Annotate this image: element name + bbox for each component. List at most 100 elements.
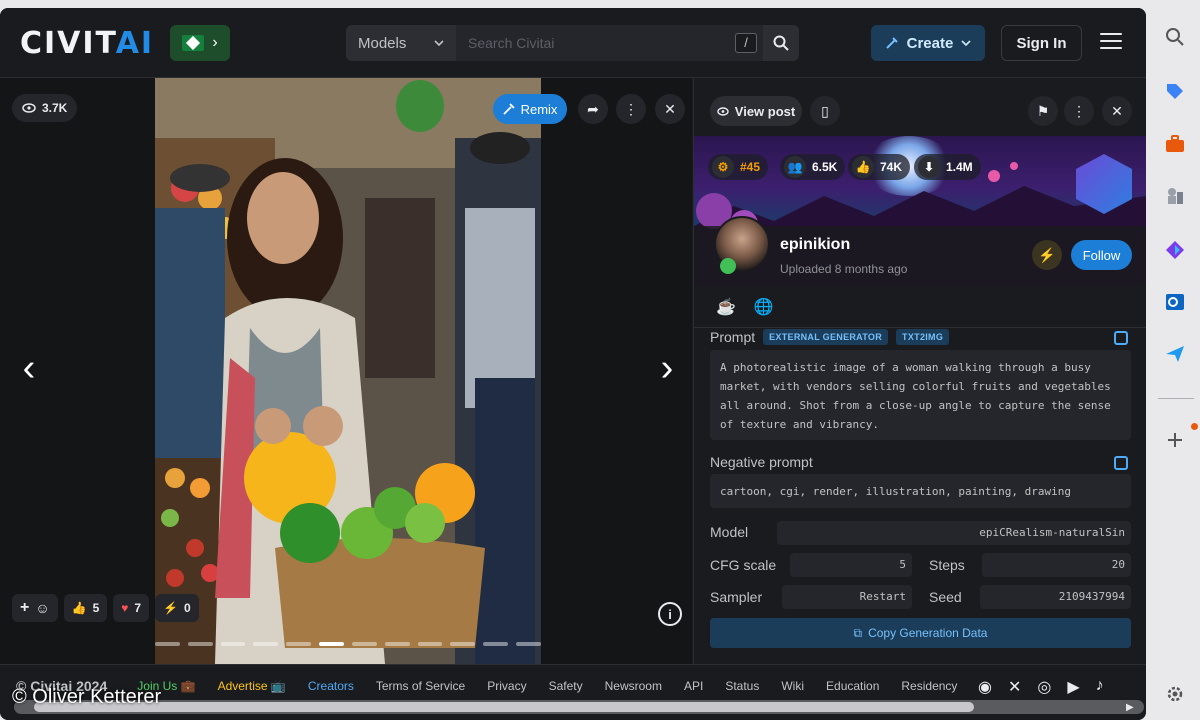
reaction-count: 7 <box>134 601 142 615</box>
copy-prompt-icon[interactable] <box>1114 331 1128 345</box>
slide-dot[interactable] <box>417 642 443 646</box>
tiktok-icon[interactable]: ♪ <box>1096 677 1104 697</box>
reaction-heart[interactable]: ♥ 7 <box>113 594 150 622</box>
slide-dot[interactable] <box>351 642 377 646</box>
copilot-icon[interactable] <box>1163 238 1187 262</box>
browser-sidebar <box>1150 0 1200 720</box>
flag-icon: ⚑ <box>1036 102 1050 119</box>
rank-value: #45 <box>740 160 761 174</box>
footer-link-newsroom[interactable]: Newsroom <box>605 679 662 693</box>
slide-dot[interactable] <box>253 642 279 646</box>
share-button[interactable]: ➦ <box>578 94 608 124</box>
slide-dot[interactable] <box>450 642 476 646</box>
more-options-button[interactable]: ⋮ <box>616 94 646 124</box>
briefcase-icon[interactable] <box>1163 132 1187 156</box>
search-category-select[interactable]: Models <box>346 25 456 61</box>
next-image-button[interactable]: › <box>652 347 682 389</box>
footer-link-education[interactable]: Education <box>826 679 879 693</box>
chevron-left-icon: ‹ <box>22 346 36 389</box>
search-shortcut-key: / <box>735 33 757 53</box>
flag-icon <box>182 35 205 51</box>
close-viewer-button[interactable]: ✕ <box>655 94 685 124</box>
discord-icon[interactable]: ◉ <box>978 677 992 697</box>
heart-icon: ♥ <box>121 601 129 615</box>
slide-dot[interactable] <box>155 642 180 646</box>
outlook-icon[interactable] <box>1163 290 1187 314</box>
slide-dot[interactable] <box>286 642 312 646</box>
footer-link-api[interactable]: API <box>684 679 703 693</box>
sampler-value: Restart <box>782 585 912 609</box>
copy-generation-data-button[interactable]: ⧉ Copy Generation Data <box>710 618 1131 648</box>
bookmark-button[interactable]: ▯ <box>810 96 840 126</box>
footer-link-privacy[interactable]: Privacy <box>487 679 526 693</box>
slide-dot[interactable] <box>187 642 213 646</box>
reaction-thumbs-up[interactable]: 👍 5 <box>63 594 108 622</box>
create-button[interactable]: Create <box>871 25 985 61</box>
panel-toolbar: View post ▯ ⚑ ⋮ ✕ <box>694 78 1146 136</box>
creator-username[interactable]: epinikion <box>780 236 850 254</box>
panel-more-button[interactable]: ⋮ <box>1064 96 1094 126</box>
footer-link-wiki[interactable]: Wiki <box>781 679 804 693</box>
reaction-lightning[interactable]: ⚡ 0 <box>155 594 199 622</box>
creator-rank: ⚙ #45 <box>708 154 769 180</box>
footer-link-terms[interactable]: Terms of Service <box>376 679 465 693</box>
logo-text: CIVIT <box>20 26 116 61</box>
slide-dot[interactable] <box>319 642 344 646</box>
market-woman-photo[interactable] <box>155 78 541 664</box>
tag-icon[interactable] <box>1163 80 1187 104</box>
youtube-icon[interactable]: ▶ <box>1067 677 1079 697</box>
footer-link-safety[interactable]: Safety <box>549 679 583 693</box>
region-flag-button[interactable]: › <box>170 25 230 61</box>
scroll-right-arrow-icon[interactable]: ▶ <box>1126 702 1134 713</box>
mug-icon[interactable]: ☕ <box>716 297 736 317</box>
slide-dot[interactable] <box>384 642 410 646</box>
plus-icon[interactable] <box>1163 428 1187 452</box>
view-post-label: View post <box>734 103 796 119</box>
slide-dot[interactable] <box>483 642 509 646</box>
globe-icon[interactable]: 🌐 <box>754 297 774 317</box>
send-icon[interactable] <box>1163 342 1187 366</box>
x-twitter-icon[interactable]: ✕ <box>1008 677 1021 697</box>
panel-close-button[interactable]: ✕ <box>1102 96 1132 126</box>
slide-dot[interactable] <box>220 642 246 646</box>
close-icon: ✕ <box>664 100 676 117</box>
followers-stat: 👥 6.5K <box>780 154 846 180</box>
footer-link-status[interactable]: Status <box>725 679 759 693</box>
slide-dot[interactable] <box>516 642 541 646</box>
model-value[interactable]: epiCRealism-naturalSin <box>777 521 1131 545</box>
copy-negative-prompt-icon[interactable] <box>1114 456 1128 470</box>
tool-icons-row: ☕ 🌐 <box>694 286 1146 328</box>
horizontal-scrollbar[interactable] <box>14 700 1144 714</box>
chevron-down-icon <box>961 40 971 46</box>
remix-button[interactable]: Remix <box>493 94 567 124</box>
civitai-logo[interactable]: CIVITAI <box>20 26 154 61</box>
sign-in-button[interactable]: Sign In <box>1001 25 1082 61</box>
scrollbar-thumb[interactable] <box>34 702 974 712</box>
footer-link-creators[interactable]: Creators <box>308 679 354 693</box>
search-icon[interactable] <box>1163 25 1187 49</box>
thumbs-up-icon: 👍 <box>852 156 874 178</box>
follow-button[interactable]: Follow <box>1071 240 1132 270</box>
report-button[interactable]: ⚑ <box>1028 96 1058 126</box>
users-icon: 👥 <box>784 156 806 178</box>
info-button[interactable]: i <box>658 602 682 626</box>
footer-link-advertise[interactable]: Advertise 📺 <box>218 679 286 693</box>
chess-pieces-icon[interactable] <box>1163 184 1187 208</box>
likes-stat: 👍 74K <box>848 154 911 180</box>
view-post-button[interactable]: View post <box>710 96 802 126</box>
hamburger-menu-icon[interactable] <box>1100 33 1122 51</box>
footer-link-residency[interactable]: Residency <box>901 679 957 693</box>
notification-dot <box>1191 423 1198 430</box>
prompt-section-header: Prompt EXTERNAL GENERATOR TXT2IMG <box>710 329 950 345</box>
eye-icon <box>717 106 729 116</box>
gear-icon[interactable] <box>1163 682 1187 706</box>
plus-icon: + <box>20 599 30 616</box>
steps-label: Steps <box>929 557 965 573</box>
search-input[interactable] <box>456 25 763 61</box>
tip-buzz-button[interactable]: ⚡ <box>1032 240 1062 270</box>
instagram-icon[interactable]: ◎ <box>1037 677 1051 697</box>
search-button[interactable] <box>763 25 799 61</box>
add-reaction-button[interactable]: + ☺ <box>12 594 58 622</box>
previous-image-button[interactable]: ‹ <box>14 346 44 389</box>
eye-icon <box>22 103 36 113</box>
